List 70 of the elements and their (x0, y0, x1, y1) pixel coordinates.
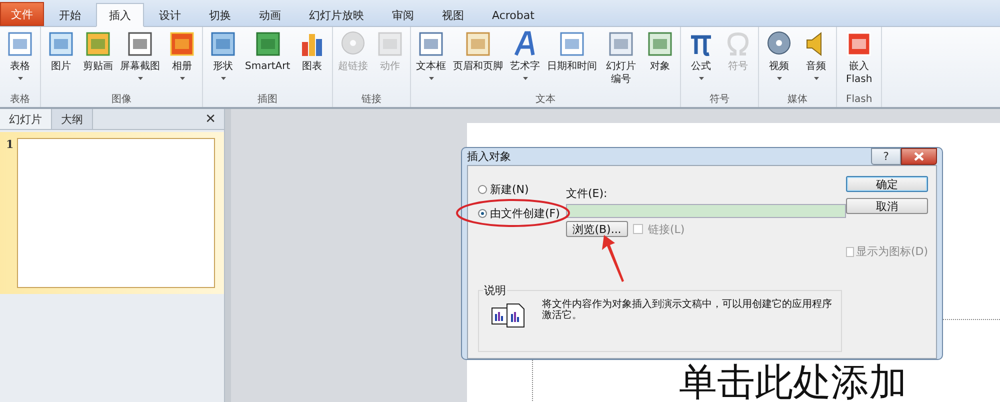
ribbon-button[interactable]: 嵌入 Flash (839, 27, 880, 92)
cancel-button[interactable]: 取消 (846, 198, 928, 214)
caret-icon (138, 77, 142, 80)
ribbon-button[interactable]: 文本框 (413, 27, 450, 92)
ribbon-button[interactable]: SmartArt (242, 27, 294, 92)
ribbon-button[interactable]: 表格 (2, 27, 38, 92)
checkbox-label: 显示为图标(D) (856, 244, 928, 259)
ribbon-tab[interactable]: 切换 (196, 4, 244, 26)
caret-icon (814, 77, 819, 80)
slide-number: 1 (6, 138, 14, 153)
group-label: Flash (845, 93, 874, 107)
ribbon-tab[interactable]: Acrobat (479, 4, 548, 26)
ribbon-button[interactable]: 公式 (683, 27, 720, 92)
ribbon-button[interactable]: 图片 (43, 27, 79, 92)
file-input-field[interactable] (566, 204, 846, 218)
group-label: 图像 (110, 93, 132, 107)
group-title: 说明 (483, 283, 507, 298)
caret-icon (698, 77, 704, 80)
ribbon-tab[interactable]: 幻灯片放映 (296, 4, 377, 26)
ribbon-tab[interactable]: 设计 (146, 4, 194, 26)
help-button[interactable]: ? (871, 148, 901, 165)
ribbon-tab[interactable]: 视图 (429, 4, 477, 26)
group-label: 媒体 (786, 93, 809, 107)
slide-thumbnail-row[interactable]: 1 (0, 132, 224, 294)
checkbox-label: 链接(L) (648, 222, 685, 236)
radio-button[interactable] (478, 185, 487, 194)
ribbon-tab[interactable]: 动画 (246, 4, 294, 26)
ribbon-button[interactable]: 形状 (205, 27, 241, 92)
ribbon-button[interactable]: 视频 (761, 27, 798, 92)
ribbon-button[interactable]: 剪贴画 (80, 27, 116, 92)
group-label: 插图 (256, 93, 279, 107)
group-label: 文本 (534, 92, 557, 107)
ribbon-button[interactable]: 图表 (294, 27, 330, 92)
close-button[interactable]: ✕ (197, 109, 224, 129)
caret-icon (220, 77, 226, 80)
ribbon-button[interactable]: 幻灯片编号 (601, 27, 642, 92)
caret-icon (776, 77, 782, 80)
radio-button[interactable] (478, 209, 487, 218)
ribbon-tab[interactable]: 插入 (96, 3, 144, 27)
slide-thumbnail[interactable] (16, 138, 215, 288)
dialog-title: 插入对象 (467, 149, 511, 164)
ribbon-button[interactable]: 艺术字 (507, 27, 544, 92)
ok-button[interactable]: 确定 (846, 176, 928, 192)
radio-label: 新建(N) (490, 182, 529, 197)
close-button[interactable] (901, 148, 937, 165)
browse-button[interactable]: 浏览(B)... (566, 221, 628, 237)
close-icon (914, 152, 924, 161)
caret-icon (522, 77, 528, 80)
group-label: 表格 (9, 92, 31, 107)
ribbon-button[interactable]: 页眉和页脚 (450, 27, 506, 92)
caret-icon (428, 77, 434, 80)
description-text: 将文件内容作为对象插入到演示文稿中，可以用创建它的应用程序激活它。 (542, 299, 832, 321)
ribbon-button[interactable]: 屏幕截图 (117, 27, 163, 92)
ribbon-tab[interactable]: 开始 (46, 4, 94, 26)
ribbon-button[interactable]: 日期和时间 (544, 27, 600, 92)
ribbon-tab[interactable]: 审阅 (379, 4, 427, 26)
ribbon-button[interactable]: 对象 (642, 27, 678, 92)
pane-tab[interactable]: 幻灯片 (0, 109, 52, 129)
title-placeholder-text: 单击此处添加 (679, 362, 907, 402)
document-chart-icon (491, 302, 525, 328)
field-label: 文件(E): (566, 186, 608, 201)
group-label: 链接 (360, 92, 383, 107)
pane-tab[interactable]: 大纲 (52, 109, 93, 129)
ribbon-tab[interactable]: 文件 (0, 2, 44, 26)
ribbon-button[interactable]: 音频 (798, 27, 834, 92)
group-label: 符号 (708, 93, 731, 107)
ribbon-button[interactable]: 相册 (164, 27, 200, 92)
caret-icon (18, 77, 22, 80)
radio-label: 由文件创建(F) (490, 206, 560, 221)
caret-icon (180, 77, 184, 80)
